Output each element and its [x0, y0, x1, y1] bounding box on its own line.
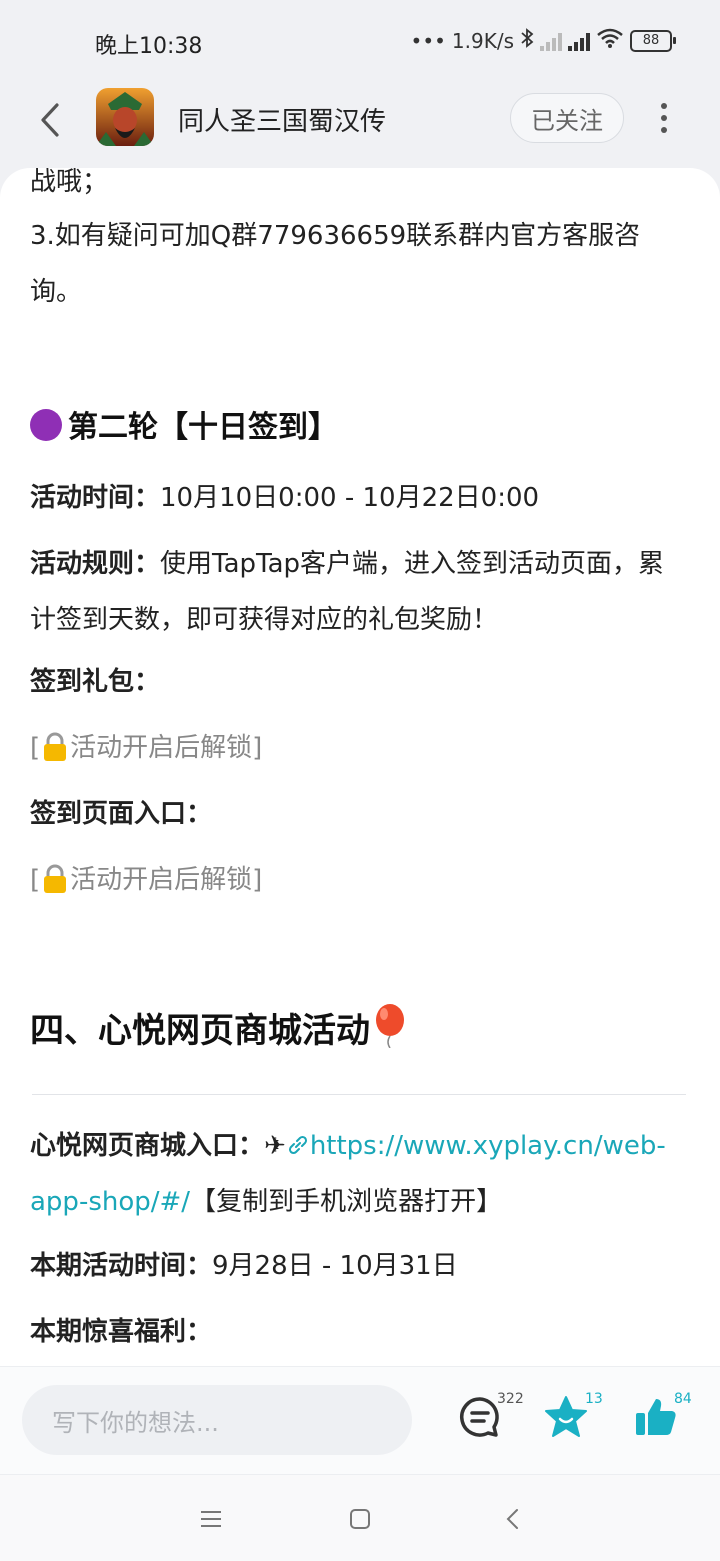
balloon-icon — [372, 1004, 408, 1062]
top-header: 同人圣三国蜀汉传 已关注 — [0, 84, 720, 164]
gift-label: 签到礼包： — [30, 667, 161, 697]
bonus-label: 本期惊喜福利： — [30, 1317, 213, 1347]
locked-text: 活动开启后解锁] — [70, 733, 263, 763]
square-icon — [350, 1509, 370, 1529]
comment-count: 322 — [497, 1391, 524, 1407]
shop-hint: 【复制到手机浏览器打开】 — [190, 1187, 503, 1217]
wifi-icon — [596, 28, 624, 53]
home-nav-button[interactable] — [342, 1501, 378, 1537]
entry-label: 签到页面入口： — [30, 799, 213, 829]
favorite-count: 13 — [585, 1391, 603, 1407]
gift-locked: [ 活动开启后解锁] — [30, 726, 690, 776]
battery-level: 88 — [630, 29, 672, 52]
link-icon — [286, 1131, 310, 1161]
period-value: 9月28日 - 10月31日 — [212, 1251, 458, 1281]
system-nav-bar — [0, 1474, 720, 1561]
cut-off-text: 战哦； — [30, 168, 109, 197]
activity-time: 活动时间：10月10日0:00 - 10月22日0:00 — [30, 470, 690, 526]
dot-icon — [661, 103, 667, 109]
period-label: 本期活动时间： — [30, 1251, 213, 1281]
section4-heading: 四、心悦网页商城活动 — [30, 1004, 690, 1062]
airplane-icon: ✈ — [264, 1131, 286, 1161]
battery-icon: 88 — [630, 29, 676, 52]
round2-title: 第二轮【十日签到】 — [68, 410, 338, 445]
lock-icon — [42, 864, 68, 908]
dot-icon — [661, 127, 667, 133]
like-count: 84 — [674, 1391, 692, 1407]
back-button[interactable] — [28, 98, 72, 142]
thumbs-up-icon — [636, 1399, 676, 1435]
chevron-left-icon — [41, 103, 59, 137]
lock-icon — [42, 732, 68, 776]
menu-nav-button[interactable] — [193, 1501, 229, 1537]
status-time: 晚上10:38 — [95, 34, 203, 59]
follow-button[interactable]: 已关注 — [510, 93, 624, 143]
network-speed: 1.9K/s — [451, 28, 514, 53]
more-dots-icon: ••• — [410, 28, 446, 53]
signal-icon — [568, 31, 590, 51]
comment-button[interactable] — [458, 1395, 502, 1439]
like-button[interactable] — [634, 1395, 678, 1439]
more-options-button[interactable] — [648, 96, 680, 140]
bottom-action-bar: 写下你的想法... 322 13 84 — [0, 1366, 720, 1475]
post-content[interactable]: 战哦； 3.如有疑问可加Q群779636659联系群内官方客服咨询。 第二轮【十… — [0, 168, 720, 1366]
section4-title: 四、心悦网页商城活动 — [30, 1011, 370, 1051]
locked-text: 活动开启后解锁] — [70, 865, 263, 895]
bracket-text: [ — [30, 865, 41, 895]
status-bar: 晚上10:38 ••• 1.9K/s 88 — [0, 0, 720, 84]
round2-heading: 第二轮【十日签到】 — [30, 406, 690, 450]
favorite-button[interactable] — [544, 1395, 588, 1439]
app-icon[interactable] — [96, 88, 154, 146]
divider — [32, 1094, 686, 1095]
star-icon — [545, 1396, 587, 1437]
shop-entry: 心悦网页商城入口：✈ https://www.xyplay.cn/web-app-… — [30, 1118, 690, 1230]
period: 本期活动时间：9月28日 - 10月31日 — [30, 1238, 690, 1294]
entry-locked: [ 活动开启后解锁] — [30, 858, 690, 908]
purple-circle-icon — [30, 409, 62, 441]
activity-rules: 活动规则：使用TapTap客户端，进入签到活动页面，累计签到天数，即可获得对应的… — [30, 536, 690, 648]
shop-entry-label: 心悦网页商城入口： — [30, 1131, 265, 1161]
comment-input[interactable]: 写下你的想法... — [22, 1385, 412, 1455]
bluetooth-icon — [520, 28, 534, 53]
time-value: 10月10日0:00 - 10月22日0:00 — [160, 483, 540, 513]
note-3: 3.如有疑问可加Q群779636659联系群内官方客服咨询。 — [30, 221, 641, 307]
signal-icon — [540, 31, 562, 51]
bracket-text: [ — [30, 733, 41, 763]
menu-icon — [201, 1511, 221, 1527]
comment-icon — [460, 1397, 499, 1437]
time-label: 活动时间： — [30, 483, 161, 513]
dot-icon — [661, 115, 667, 121]
rules-label: 活动规则： — [30, 549, 161, 579]
page-title: 同人圣三国蜀汉传 — [178, 107, 387, 137]
chevron-left-icon — [506, 1509, 518, 1529]
status-indicators: ••• 1.9K/s 88 — [411, 28, 676, 53]
back-nav-button[interactable] — [494, 1501, 530, 1537]
